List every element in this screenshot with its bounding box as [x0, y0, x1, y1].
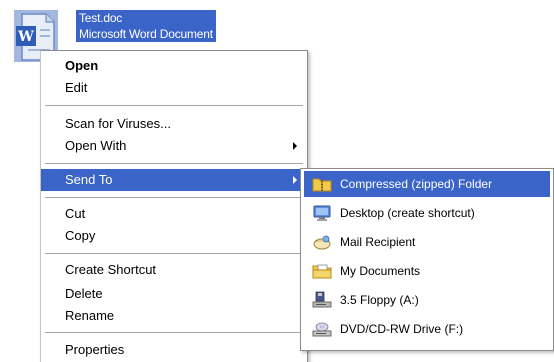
send-to-my-documents[interactable]: My Documents — [304, 258, 550, 284]
submenu-arrow-icon — [293, 176, 297, 184]
submenu-item-label: DVD/CD-RW Drive (F:) — [340, 322, 464, 336]
menu-item-label: Properties — [65, 342, 125, 357]
cd-drive-icon — [312, 320, 332, 338]
send-to-compressed-folder[interactable]: Compressed (zipped) Folder — [304, 171, 550, 197]
menu-item-properties[interactable]: Properties — [41, 339, 307, 361]
send-to-submenu: Compressed (zipped) Folder Desktop (crea… — [300, 168, 554, 351]
menu-item-open-with[interactable]: Open With — [41, 135, 307, 157]
menu-item-create-shortcut[interactable]: Create Shortcut — [41, 259, 307, 281]
menu-item-label: Open With — [65, 138, 127, 153]
menu-item-edit[interactable]: Edit — [41, 77, 307, 99]
menu-item-scan-for-viruses[interactable]: Scan for Viruses... — [41, 113, 307, 135]
menu-item-copy[interactable]: Copy — [41, 225, 307, 247]
desktop: W Test.doc Microsoft Word Document Open … — [0, 0, 554, 362]
menu-item-send-to[interactable]: Send To — [41, 169, 307, 191]
menu-separator — [45, 253, 303, 254]
submenu-item-label: Mail Recipient — [340, 235, 416, 249]
menu-item-label: Scan for Viruses... — [65, 116, 171, 131]
send-to-desktop[interactable]: Desktop (create shortcut) — [304, 200, 550, 226]
submenu-item-label: Compressed (zipped) Folder — [340, 177, 493, 191]
menu-item-label: Create Shortcut — [65, 262, 157, 277]
menu-item-label: Open — [65, 58, 99, 73]
file-name-label[interactable]: Test.doc Microsoft Word Document — [76, 10, 216, 42]
menu-item-open[interactable]: Open — [41, 55, 307, 77]
menu-separator — [45, 163, 303, 164]
menu-item-delete[interactable]: Delete — [41, 283, 307, 305]
send-to-cd-drive[interactable]: DVD/CD-RW Drive (F:) — [304, 316, 550, 342]
menu-item-label: Send To — [65, 172, 113, 187]
floppy-drive-icon — [312, 291, 332, 309]
submenu-item-label: 3.5 Floppy (A:) — [340, 293, 419, 307]
file-name: Test.doc — [79, 11, 123, 25]
my-documents-folder-icon — [312, 262, 332, 280]
mail-icon — [312, 233, 332, 251]
file-type: Microsoft Word Document — [79, 27, 213, 41]
context-menu: Open Edit Scan for Viruses... Open With … — [40, 50, 308, 362]
menu-item-label: Cut — [65, 206, 86, 221]
menu-separator — [45, 332, 303, 333]
menu-item-label: Edit — [65, 80, 88, 95]
submenu-item-label: Desktop (create shortcut) — [340, 206, 475, 220]
menu-item-label: Copy — [65, 228, 96, 243]
desktop-icon — [312, 204, 332, 222]
zipped-folder-icon — [312, 175, 332, 193]
menu-item-label: Rename — [65, 308, 115, 323]
menu-item-label: Delete — [65, 286, 103, 301]
svg-text:W: W — [17, 29, 34, 45]
menu-item-cut[interactable]: Cut — [41, 203, 307, 225]
send-to-mail-recipient[interactable]: Mail Recipient — [304, 229, 550, 255]
menu-separator — [45, 105, 303, 106]
menu-separator — [45, 197, 303, 198]
submenu-arrow-icon — [293, 142, 297, 150]
submenu-item-label: My Documents — [340, 264, 421, 278]
menu-item-rename[interactable]: Rename — [41, 305, 307, 327]
send-to-floppy-drive[interactable]: 3.5 Floppy (A:) — [304, 287, 550, 313]
